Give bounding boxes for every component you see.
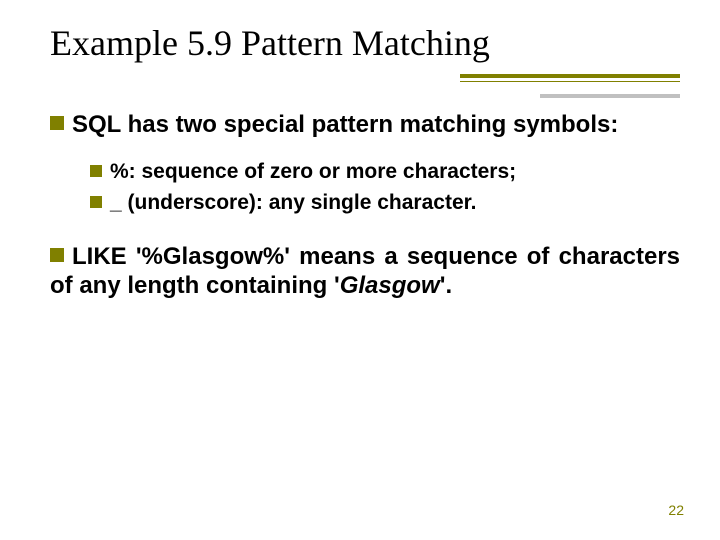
- bullet-item: SQL has two special pattern matching sym…: [50, 110, 680, 139]
- slide: Example 5.9 Pattern Matching SQL has two…: [0, 0, 720, 540]
- bullet-item: LIKE '%Glasgow%' means a sequence of cha…: [50, 242, 680, 301]
- square-bullet-icon: [90, 196, 102, 208]
- sub-list: %: sequence of zero or more characters; …: [90, 159, 680, 216]
- bullet-text-part-italic: Glasgow: [340, 272, 440, 299]
- title-underline-shadow: [540, 94, 680, 98]
- bullet-text: SQL has two special pattern matching sym…: [72, 111, 618, 138]
- square-bullet-icon: [50, 116, 64, 130]
- sub-bullet-item: %: sequence of zero or more characters;: [90, 159, 680, 185]
- sub-bullet-item: _ (underscore): any single character.: [90, 190, 680, 216]
- slide-title: Example 5.9 Pattern Matching: [50, 22, 680, 74]
- sub-bullet-text: %: sequence of zero or more characters;: [110, 160, 516, 183]
- title-underline: [460, 74, 680, 82]
- bullet-text-part: '.: [440, 272, 452, 299]
- slide-body: SQL has two special pattern matching sym…: [50, 110, 680, 300]
- square-bullet-icon: [90, 165, 102, 177]
- page-number: 22: [668, 502, 684, 518]
- sub-bullet-text: _ (underscore): any single character.: [110, 191, 476, 214]
- title-wrap: Example 5.9 Pattern Matching: [50, 22, 680, 74]
- square-bullet-icon: [50, 248, 64, 262]
